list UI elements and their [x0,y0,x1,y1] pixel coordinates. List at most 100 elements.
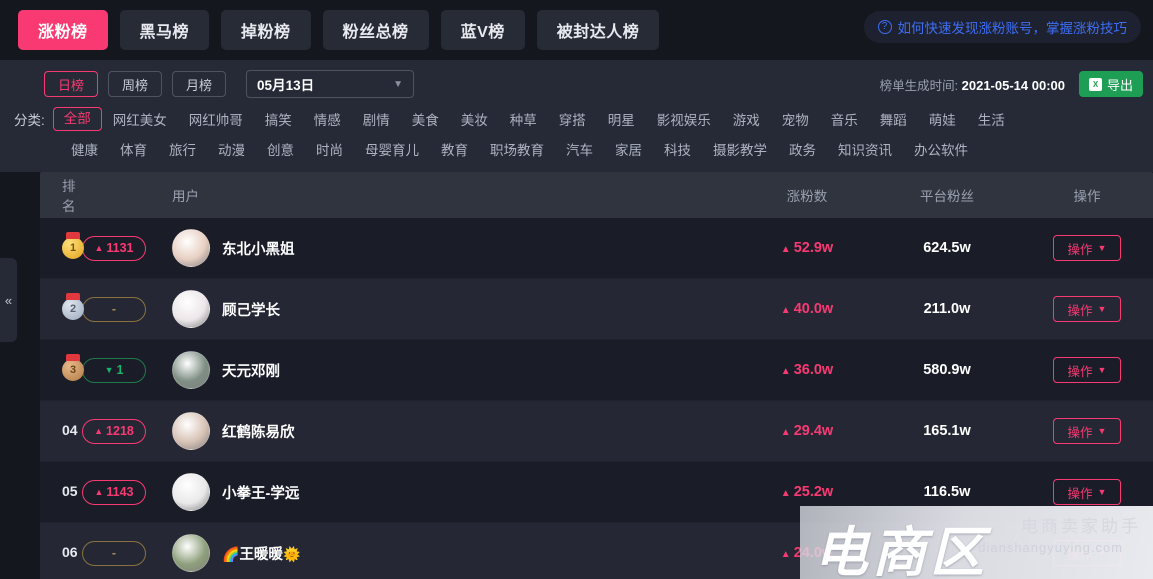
category-item[interactable]: 穿搭 [548,109,597,129]
tab-lanvbang[interactable]: 蓝V榜 [440,10,525,50]
platform-fans-value: 116.5w [923,484,971,500]
category-item[interactable]: 网红美女 [102,109,178,129]
category-item[interactable]: 美食 [401,109,450,129]
fan-gain-cell: ▲ 52.9w [741,239,873,257]
fan-gain-cell: ▲ 25.2w [741,483,873,501]
category-item[interactable]: 剧情 [352,109,401,129]
category-item[interactable]: 家居 [604,139,653,159]
category-item[interactable]: 时尚 [305,139,354,159]
user-cell[interactable]: 顾己学长 [172,290,741,328]
table-row[interactable]: 2 - 顾己学长 ▲ 40.0w 211.0w 操作 ▼ [40,279,1153,340]
category-item[interactable]: 旅行 [158,139,207,159]
category-item[interactable]: 创意 [256,139,305,159]
category-item[interactable]: 汽车 [555,139,604,159]
rank-delta-value: 1 [116,363,124,377]
fan-gain-number: 36.0w [793,362,834,378]
user-cell[interactable]: 小拳王-学远 [172,473,741,511]
period-daily[interactable]: 日榜 [44,71,99,97]
date-select-value: 05月13日 [257,78,315,93]
category-item[interactable]: 动漫 [207,139,256,159]
avatar [172,412,210,450]
category-item[interactable]: 科技 [653,139,702,159]
category-item[interactable]: 宠物 [771,109,820,129]
export-button[interactable]: X 导出 [1078,71,1143,97]
category-all[interactable]: 全部 [52,107,102,131]
category-item[interactable]: 政务 [778,139,827,159]
category-item[interactable]: 美妆 [450,109,499,129]
action-dropdown-button[interactable]: 操作 ▼ [1053,296,1121,322]
table-row[interactable]: 04 ▲ 1218 红鹤陈易欣 ▲ 29.4w 165.1w 操作 ▼ [40,401,1153,462]
table-row[interactable]: 06 - 🌈王暖暖🌞 ▲ 24.0w 操作 ▼ [40,523,1153,579]
user-name[interactable]: 东北小黑姐 [222,238,295,259]
column-header-rank: 排名 [62,179,76,214]
rank-delta-badge: ▲ 1131 [82,235,146,261]
user-cell[interactable]: 🌈王暖暖🌞 [172,534,741,572]
help-banner[interactable]: ? 如何快速发现涨粉账号，掌握涨粉技巧 [863,11,1141,43]
tab-beifengdarenbang[interactable]: 被封达人榜 [536,10,660,50]
user-name[interactable]: 🌈王暖暖🌞 [222,543,300,564]
user-name[interactable]: 小拳王-学远 [222,482,299,503]
category-row-1: 分类: 全部 网红美女 网红帅哥 搞笑 情感 剧情 美食 美妆 种草 穿搭 明星… [14,104,1134,134]
category-item[interactable]: 萌娃 [918,109,967,129]
category-item[interactable]: 知识资讯 [827,139,903,159]
table-row[interactable]: 05 ▲ 1143 小拳王-学远 ▲ 25.2w 116.5w 操作 ▼ [40,462,1153,523]
category-item[interactable]: 音乐 [820,109,869,129]
rank-cell: 3 [40,354,84,381]
category-item[interactable]: 职场教育 [479,139,555,159]
table-row[interactable]: 3 ▼ 1 天元邓刚 ▲ 36.0w 580.9w 操作 ▼ [40,340,1153,401]
platform-fans-value: 624.5w [923,240,971,256]
platform-fans-cell: 211.0w [873,300,1021,318]
category-item[interactable]: 生活 [967,109,1016,129]
category-item[interactable]: 健康 [60,139,109,159]
user-name[interactable]: 天元邓刚 [222,360,280,381]
action-dropdown-button[interactable]: 操作 ▼ [1053,540,1121,566]
fan-gain-cell: ▲ 40.0w [741,300,873,318]
category-item[interactable]: 舞蹈 [869,109,918,129]
category-item[interactable]: 网红帅哥 [178,109,254,129]
rank-delta-value: - [111,302,117,316]
action-dropdown-button[interactable]: 操作 ▼ [1053,235,1121,261]
fan-gain-cell: ▲ 36.0w [741,361,873,379]
rainbow-emoji-icon: 🌈 [222,545,240,562]
category-item[interactable]: 种草 [499,109,548,129]
category-item[interactable]: 办公软件 [903,139,979,159]
user-cell[interactable]: 红鹤陈易欣 [172,412,741,450]
period-monthly[interactable]: 月榜 [172,71,227,97]
column-header-fans: 平台粉丝 [920,189,974,204]
action-dropdown-button[interactable]: 操作 ▼ [1053,418,1121,444]
category-item[interactable]: 体育 [109,139,158,159]
user-name[interactable]: 顾己学长 [222,299,280,320]
tab-zhangfenbang[interactable]: 涨粉榜 [18,10,108,50]
category-item[interactable]: 母婴育儿 [354,139,430,159]
sidebar-collapse-handle[interactable]: « [0,258,17,342]
platform-fans-value: 165.1w [923,423,971,439]
tab-diaofenbang[interactable]: 掉粉榜 [221,10,311,50]
tab-heimabang[interactable]: 黑马榜 [119,10,210,50]
table-header-row: 排名 用户 涨粉数 平台粉丝 操作 [40,172,1153,218]
period-weekly[interactable]: 周榜 [108,71,163,97]
user-cell[interactable]: 东北小黑姐 [172,229,741,267]
fan-gain-number: 29.4w [793,423,834,439]
triangle-up-icon: ▲ [94,243,104,253]
date-select[interactable]: 05月13日 ▼ [246,70,415,98]
tab-fensizongbang[interactable]: 粉丝总榜 [322,10,429,50]
rank-delta-value: 1131 [106,241,134,255]
chevron-down-icon: ▼ [1097,487,1107,497]
fan-gain-value: ▲ 40.0w [781,301,833,317]
user-name[interactable]: 红鹤陈易欣 [222,421,295,442]
generated-time-label: 榜单生成时间: [879,79,959,93]
category-item[interactable]: 影视娱乐 [646,109,722,129]
triangle-up-icon: ▲ [780,366,791,377]
category-item[interactable]: 教育 [430,139,479,159]
action-dropdown-button[interactable]: 操作 ▼ [1053,357,1121,383]
user-cell[interactable]: 天元邓刚 [172,351,741,389]
category-item[interactable]: 游戏 [722,109,771,129]
sun-emoji-icon: 🌞 [282,545,301,562]
category-item[interactable]: 情感 [303,109,352,129]
category-item[interactable]: 明星 [597,109,646,129]
table-row[interactable]: 1 ▲ 1131 东北小黑姐 ▲ 52.9w 624.5w 操作 ▼ [40,218,1153,279]
category-item[interactable]: 搞笑 [254,109,303,129]
category-item[interactable]: 摄影教学 [702,139,778,159]
action-dropdown-button[interactable]: 操作 ▼ [1053,479,1121,505]
fan-gain-cell: ▲ 29.4w [741,422,873,440]
